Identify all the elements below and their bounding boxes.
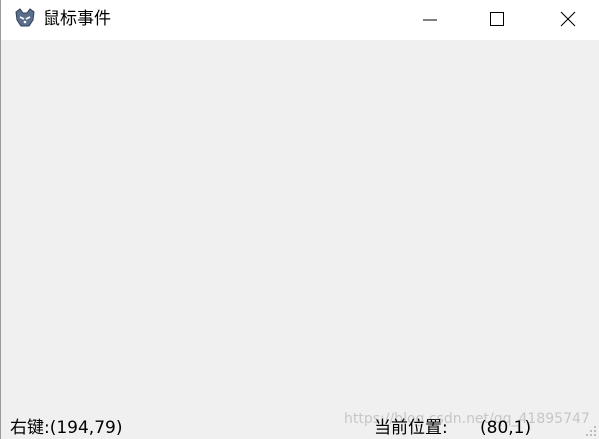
app-window: 鼠标事件 https://blog.csdn.net/qq_41895747 右… xyxy=(0,0,599,439)
minimize-button[interactable] xyxy=(407,0,453,38)
minimize-icon xyxy=(423,19,437,21)
mouse-event-panel[interactable] xyxy=(1,40,599,439)
maximize-icon xyxy=(490,12,504,26)
current-position-label: 当前位置: xyxy=(374,418,448,438)
title-bar[interactable]: 鼠标事件 xyxy=(1,0,599,40)
close-button[interactable] xyxy=(545,0,591,38)
java-app-icon xyxy=(15,8,35,27)
window-title: 鼠标事件 xyxy=(43,9,111,29)
maximize-button[interactable] xyxy=(474,0,520,38)
current-position-value: (80,1) xyxy=(480,418,532,438)
resize-grip-icon[interactable] xyxy=(585,425,597,437)
close-icon xyxy=(560,11,576,27)
right-click-status: 右键:(194,79) xyxy=(10,418,123,438)
